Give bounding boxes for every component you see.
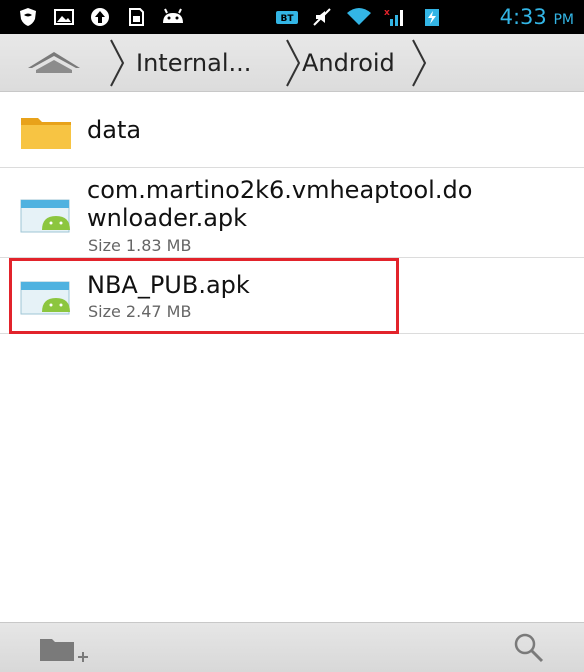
file-name-line-1: com.martino2k6.vmheaptool.do xyxy=(87,176,473,204)
clock-time: 4:33 xyxy=(499,5,547,29)
clock: 4:33 PM xyxy=(500,5,574,29)
shield-icon xyxy=(20,8,36,26)
sd-card-icon xyxy=(129,8,144,26)
list-item-folder-data[interactable]: data xyxy=(0,92,584,168)
home-icon[interactable] xyxy=(22,46,86,80)
signal-icon: x xyxy=(384,8,403,26)
svg-text:x: x xyxy=(384,8,390,18)
new-folder-icon[interactable] xyxy=(36,631,92,667)
chevron-right-icon xyxy=(286,39,301,87)
upload-icon xyxy=(91,8,109,26)
chevron-right-icon xyxy=(412,39,427,87)
file-name-line-2: wnloader.apk xyxy=(87,204,248,232)
apk-file-icon xyxy=(20,199,70,233)
clock-ampm: PM xyxy=(553,12,574,28)
image-icon xyxy=(54,9,74,25)
file-size: Size 1.83 MB xyxy=(88,236,192,255)
file-name: data xyxy=(87,116,142,144)
status-bar: BT x 4:33 PM xyxy=(0,0,584,34)
bottom-action-bar xyxy=(0,622,584,672)
bluetooth-icon: BT xyxy=(276,11,298,24)
wifi-icon xyxy=(347,8,371,25)
battery-charging-icon xyxy=(425,9,439,26)
android-icon xyxy=(163,8,183,23)
chevron-right-icon xyxy=(110,39,125,87)
highlight-box xyxy=(9,258,399,334)
list-item-apk-vmheaptool[interactable]: com.martino2k6.vmheaptool.do wnloader.ap… xyxy=(0,168,584,258)
svg-text:BT: BT xyxy=(281,14,295,24)
breadcrumb: Internal... Android xyxy=(0,34,584,92)
breadcrumb-item-android[interactable]: Android xyxy=(302,49,395,77)
breadcrumb-item-internal[interactable]: Internal... xyxy=(136,49,251,77)
search-icon[interactable] xyxy=(510,631,550,667)
mute-icon xyxy=(313,8,331,26)
folder-icon xyxy=(21,118,71,149)
